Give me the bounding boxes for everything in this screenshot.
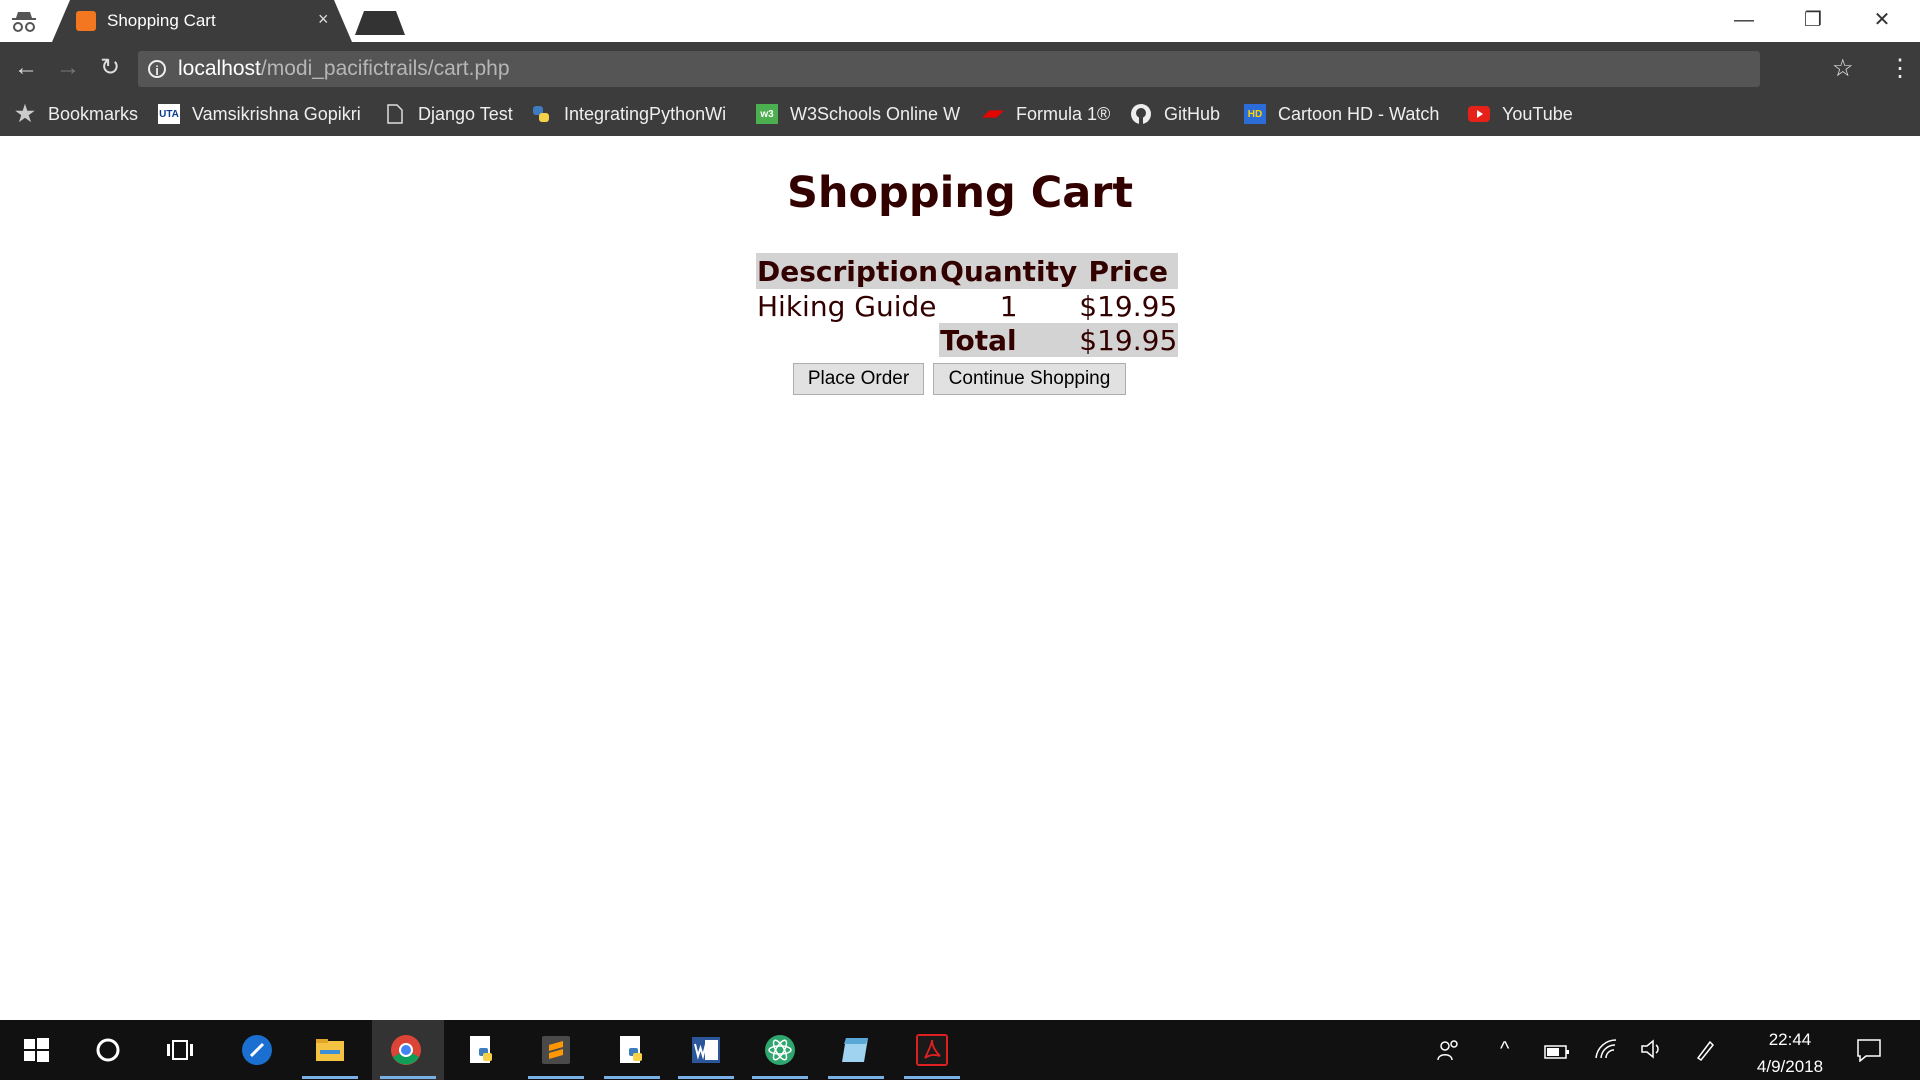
url-host: localhost xyxy=(178,57,261,80)
reload-button[interactable]: ↻ xyxy=(96,54,124,82)
place-order-button[interactable]: Place Order xyxy=(793,363,924,395)
word-indicator xyxy=(678,1076,734,1079)
item-description: Hiking Guide xyxy=(757,289,937,323)
taskbar xyxy=(0,1020,1920,1080)
table-header-row: Description Quantity Price xyxy=(756,253,1179,289)
atom-icon[interactable] xyxy=(764,1034,796,1066)
browser-menu-icon[interactable]: ⋮ xyxy=(1888,54,1912,83)
column-header-price: Price xyxy=(1078,253,1179,289)
atom-indicator xyxy=(752,1076,808,1079)
total-row: Total $19.95 xyxy=(756,323,1179,357)
bookmark-vamsikrishna[interactable]: UTA Vamsikrishna Gopikri xyxy=(158,102,363,126)
acrobat-indicator xyxy=(904,1076,960,1079)
task-view-icon[interactable] xyxy=(164,1034,196,1066)
f1-icon xyxy=(982,104,1004,124)
acrobat-icon[interactable] xyxy=(916,1034,948,1066)
total-label: Total xyxy=(939,323,1079,357)
bookmark-integrating-python[interactable]: IntegratingPythonWi xyxy=(530,102,735,126)
sublime-text-icon[interactable] xyxy=(540,1034,572,1066)
bookmark-label: Django Test xyxy=(418,103,513,124)
star-icon: ★ xyxy=(15,102,35,126)
wifi-icon[interactable] xyxy=(1594,1038,1618,1060)
site-info-icon[interactable]: i xyxy=(148,60,166,78)
column-header-quantity: Quantity xyxy=(939,253,1079,289)
bookmark-bookmarks[interactable]: ★ Bookmarks xyxy=(14,102,138,126)
bookmark-label: W3Schools Online W xyxy=(790,103,961,124)
chrome-indicator xyxy=(380,1076,436,1079)
action-center-icon[interactable] xyxy=(1856,1038,1882,1062)
bookmark-cartoon-hd[interactable]: HD Cartoon HD - Watch xyxy=(1244,102,1450,126)
python-indicator xyxy=(604,1076,660,1079)
bookmark-django-test[interactable]: Django Test xyxy=(384,102,513,126)
python-icon[interactable] xyxy=(616,1034,648,1066)
clock-date: 4/9/2018 xyxy=(1756,1057,1824,1076)
window-close-button[interactable]: ✕ xyxy=(1862,8,1902,32)
item-price: $19.95 xyxy=(1079,289,1178,323)
chevron-up-icon[interactable]: ^ xyxy=(1500,1038,1509,1061)
item-quantity: 1 xyxy=(999,289,1018,323)
taskbar-clock[interactable]: 22:44 4/9/2018 xyxy=(1740,1026,1840,1080)
notepad-icon[interactable] xyxy=(840,1034,872,1066)
back-button[interactable]: ← xyxy=(12,54,40,82)
pen-icon[interactable] xyxy=(1694,1038,1716,1062)
uta-icon: UTA xyxy=(158,104,180,124)
bookmark-star-icon[interactable]: ☆ xyxy=(1832,54,1854,83)
cartoon-hd-icon: HD xyxy=(1244,104,1266,124)
file-explorer-indicator xyxy=(302,1076,358,1079)
column-header-description: Description xyxy=(756,253,940,289)
url-text[interactable]: localhost/modi_pacifictrails/cart.php xyxy=(178,57,510,81)
w3schools-icon: w3 xyxy=(756,104,778,124)
bookmark-formula1[interactable]: Formula 1® xyxy=(982,102,1110,126)
table-row: Hiking Guide 1 $19.95 xyxy=(756,289,1178,323)
tab-close-button[interactable]: × xyxy=(318,9,329,30)
chrome-icon[interactable] xyxy=(390,1034,422,1066)
python-editor-icon[interactable] xyxy=(466,1034,498,1066)
bookmark-label: Bookmarks xyxy=(48,103,139,124)
clock-time: 22:44 xyxy=(1768,1030,1812,1049)
bookmark-label: IntegratingPythonWi xyxy=(564,103,727,124)
cortana-icon[interactable] xyxy=(92,1034,124,1066)
tab-title: Shopping Cart xyxy=(107,11,216,30)
xampp-icon xyxy=(76,11,96,31)
empty-cell xyxy=(756,323,939,357)
sublime-text-indicator xyxy=(528,1076,584,1079)
bookmark-label: GitHub xyxy=(1164,103,1221,124)
restore-button[interactable]: ❐ xyxy=(1793,8,1833,32)
notepad-indicator xyxy=(828,1076,884,1079)
bookmark-label: Cartoon HD - Watch xyxy=(1278,103,1440,124)
python-icon xyxy=(530,104,552,124)
app-icon[interactable] xyxy=(241,1034,273,1066)
windows-start-icon[interactable] xyxy=(20,1034,52,1066)
bookmark-label: Formula 1® xyxy=(1016,103,1111,124)
bookmark-label: Vamsikrishna Gopikri xyxy=(192,103,361,124)
bookmark-youtube[interactable]: YouTube xyxy=(1468,102,1573,126)
cart-table: Description Quantity Price Hiking Guide … xyxy=(756,253,1179,357)
file-explorer-icon[interactable] xyxy=(314,1034,346,1066)
bookmark-label: YouTube xyxy=(1502,103,1573,124)
youtube-icon xyxy=(1468,104,1490,124)
forward-button[interactable]: → xyxy=(54,54,82,82)
page-icon xyxy=(384,104,406,124)
bookmark-github[interactable]: GitHub xyxy=(1130,102,1220,126)
incognito-icon xyxy=(12,12,36,32)
bookmark-w3schools[interactable]: w3 W3Schools Online W xyxy=(756,102,964,126)
minimize-button[interactable]: — xyxy=(1724,8,1764,32)
page-title: Shopping Cart xyxy=(786,168,1134,218)
total-value: $19.95 xyxy=(1078,323,1179,357)
volume-icon[interactable] xyxy=(1640,1038,1664,1060)
battery-icon[interactable] xyxy=(1544,1042,1570,1062)
url-path: /modi_pacifictrails/cart.php xyxy=(260,57,510,80)
word-icon[interactable] xyxy=(690,1034,722,1066)
continue-shopping-button[interactable]: Continue Shopping xyxy=(933,363,1126,395)
people-icon[interactable] xyxy=(1436,1038,1462,1062)
github-icon xyxy=(1130,104,1152,124)
